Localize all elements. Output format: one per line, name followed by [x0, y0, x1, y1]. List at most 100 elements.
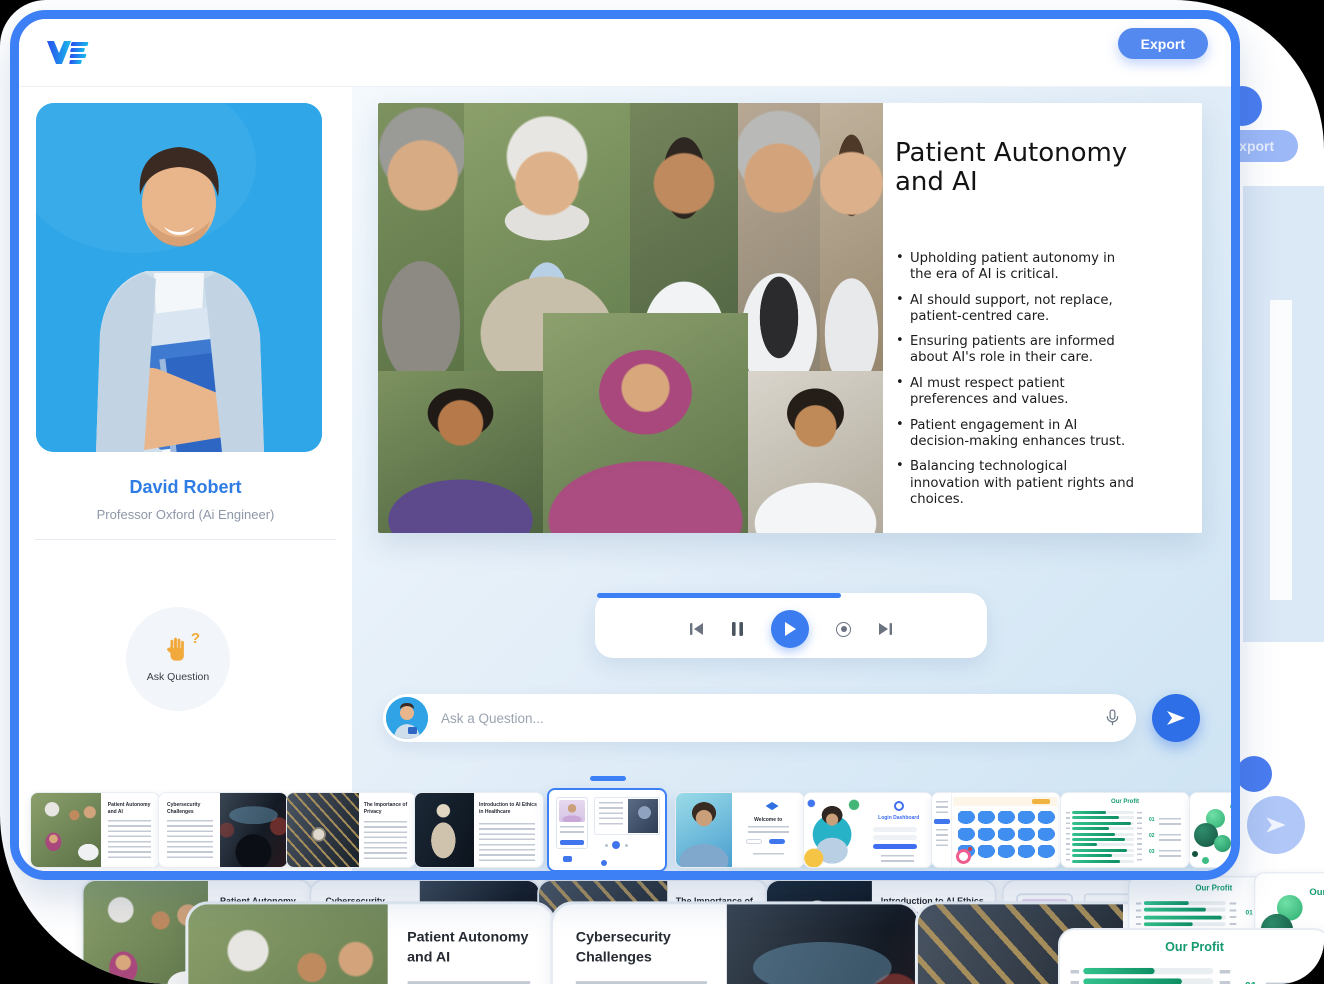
graduation-cap-icon [766, 802, 779, 811]
previous-track-button[interactable] [689, 622, 704, 636]
thumb-text-lines [167, 820, 213, 860]
mini-input [873, 827, 917, 832]
mini-active-item [934, 819, 950, 824]
progress-bar[interactable] [597, 593, 985, 598]
bar-value-labels [1220, 970, 1231, 984]
bullet-item: AI must respect patient preferences and … [895, 376, 1137, 408]
thumbnail-cybersecurity[interactable]: Cybersecurity Challenges [158, 792, 288, 868]
media-player [595, 593, 987, 658]
profit-bars [1072, 811, 1134, 867]
slide-bullet-list: Upholding patient autonomy in the era of… [895, 251, 1137, 517]
presenter-name: David Robert [19, 477, 352, 498]
player-controls [595, 603, 987, 655]
profit-item-number: 01 [1245, 909, 1252, 917]
mini-pagination-dot [625, 844, 628, 847]
sidebar-divider [35, 539, 336, 540]
green-sphere [1192, 851, 1198, 857]
mini-slide-photo [628, 799, 658, 833]
export-button[interactable]: Export [1118, 28, 1208, 59]
mini-button [560, 840, 584, 845]
record-button[interactable] [836, 622, 851, 637]
bullet-item: Ensuring patients are informed about AI'… [895, 334, 1137, 366]
bullet-item: Balancing technological innovation with … [895, 459, 1137, 507]
mini-sidebar-lines [936, 829, 948, 847]
question-input[interactable] [441, 694, 1061, 742]
microphone-button[interactable] [1103, 708, 1122, 730]
thumbnail-login[interactable]: Login Dashboard [803, 792, 933, 868]
marketing-canvas: Export Patient Autonomy and AI Cybersecu… [0, 0, 1324, 984]
thumb-text-lines [108, 820, 152, 860]
progress-fill [597, 593, 841, 598]
slide-photo-collage [378, 103, 883, 533]
play-button[interactable] [771, 610, 809, 648]
mini-login-button [873, 844, 917, 849]
thumbnail-our-spheres[interactable]: Our [1189, 792, 1240, 868]
portrait-man-glasses [378, 103, 464, 371]
mini-primary-button [769, 839, 785, 844]
ask-question-label: Ask Question [147, 671, 209, 683]
app-window: Export [10, 10, 1240, 880]
next-track-button[interactable] [878, 622, 893, 636]
profit-bars [1083, 968, 1213, 984]
thumbnail-title: Patient Autonomy and AI [108, 802, 154, 815]
thumbnail-patient-autonomy[interactable]: Patient Autonomy and AI [30, 792, 160, 868]
presenter-title: Professor Oxford (Ai Engineer) [19, 507, 352, 522]
play-icon [783, 621, 797, 637]
bullet-item: AI should support, not replace, patient-… [895, 293, 1137, 325]
slide-title: Patient Autonomy and AI [895, 139, 1145, 196]
send-button[interactable] [1152, 694, 1200, 742]
previous-icon [689, 622, 704, 636]
mini-donut-dot [968, 847, 972, 851]
bar-tick-labels [1071, 970, 1079, 984]
green-sphere [1202, 857, 1209, 864]
profit-item-lines [1159, 818, 1181, 825]
thumbnail-privacy[interactable]: The Importance of Privacy [286, 792, 416, 868]
pause-button[interactable] [731, 621, 744, 637]
thumbnail-cybersecurity: Cybersecurity Challenges [550, 901, 920, 984]
thumbnail-title: Cybersecurity Challenges [576, 930, 715, 967]
thumb-text-lines [753, 853, 784, 857]
thumbnail-file-manager[interactable] [931, 792, 1061, 868]
thumbnail-title: The Importance of Privacy [364, 802, 410, 815]
portrait-woman-doctor [748, 371, 883, 533]
bullet-item: Patient engagement in AI decision-making… [895, 418, 1137, 450]
mini-sidebar-lines [936, 801, 948, 815]
echo-send-button-large [1247, 796, 1305, 854]
thumbnail-app-preview[interactable] [547, 788, 667, 872]
thumb-photo [676, 793, 732, 867]
echo-slide-panel [1270, 300, 1292, 600]
mini-input [873, 835, 917, 840]
mini-play-dot [612, 841, 620, 849]
current-slide: Patient Autonomy and AI Upholding patien… [378, 103, 1202, 533]
mini-icon [601, 860, 607, 866]
thumb-text-lines [479, 823, 535, 861]
profit-item-number: 03 [1149, 849, 1155, 855]
mini-slide-lines [599, 802, 623, 828]
thumbnail-welcome[interactable]: Welcome to [675, 792, 805, 868]
mini-pagination-dot [605, 844, 608, 847]
thumbnail-title: Login Dashboard [871, 815, 927, 822]
ve-logo-icon [45, 36, 91, 73]
thumbnail-ai-ethics[interactable]: Introduction to AI Ethics in Healthcare [414, 792, 544, 868]
raised-hand-icon: ? [162, 636, 194, 668]
thumbnail-title: Patient Autonomy and AI [407, 930, 538, 967]
ask-question-button[interactable]: ? Ask Question [126, 607, 230, 711]
thumbnail-our-profit: Our Profit 01 02 03 [1058, 928, 1324, 984]
thumb-photo [287, 793, 359, 867]
thumbnail-title: Our [1309, 887, 1324, 899]
thumbnail-our-profit[interactable]: Our Profit 01 02 03 [1060, 792, 1190, 868]
portrait-male-doctor [738, 103, 820, 371]
thumbnail-patient-autonomy: Patient Autonomy and AI [185, 901, 555, 984]
echo-send-button-small [1236, 756, 1272, 792]
chat-bar [383, 694, 1136, 742]
filmstrip: Patient Autonomy and AI Cybersecurity Ch… [19, 788, 1231, 876]
thumbnail-title: Introduction to AI Ethics in Healthcare [479, 802, 538, 815]
send-icon [1164, 706, 1188, 730]
pause-icon [731, 621, 744, 637]
thumb-photo [188, 904, 389, 984]
thumb-photo [220, 793, 287, 867]
next-icon [878, 622, 893, 636]
bar-value-labels [1137, 812, 1142, 864]
portrait-woman-brown-hair [820, 103, 883, 371]
thumb-photo [728, 904, 918, 984]
